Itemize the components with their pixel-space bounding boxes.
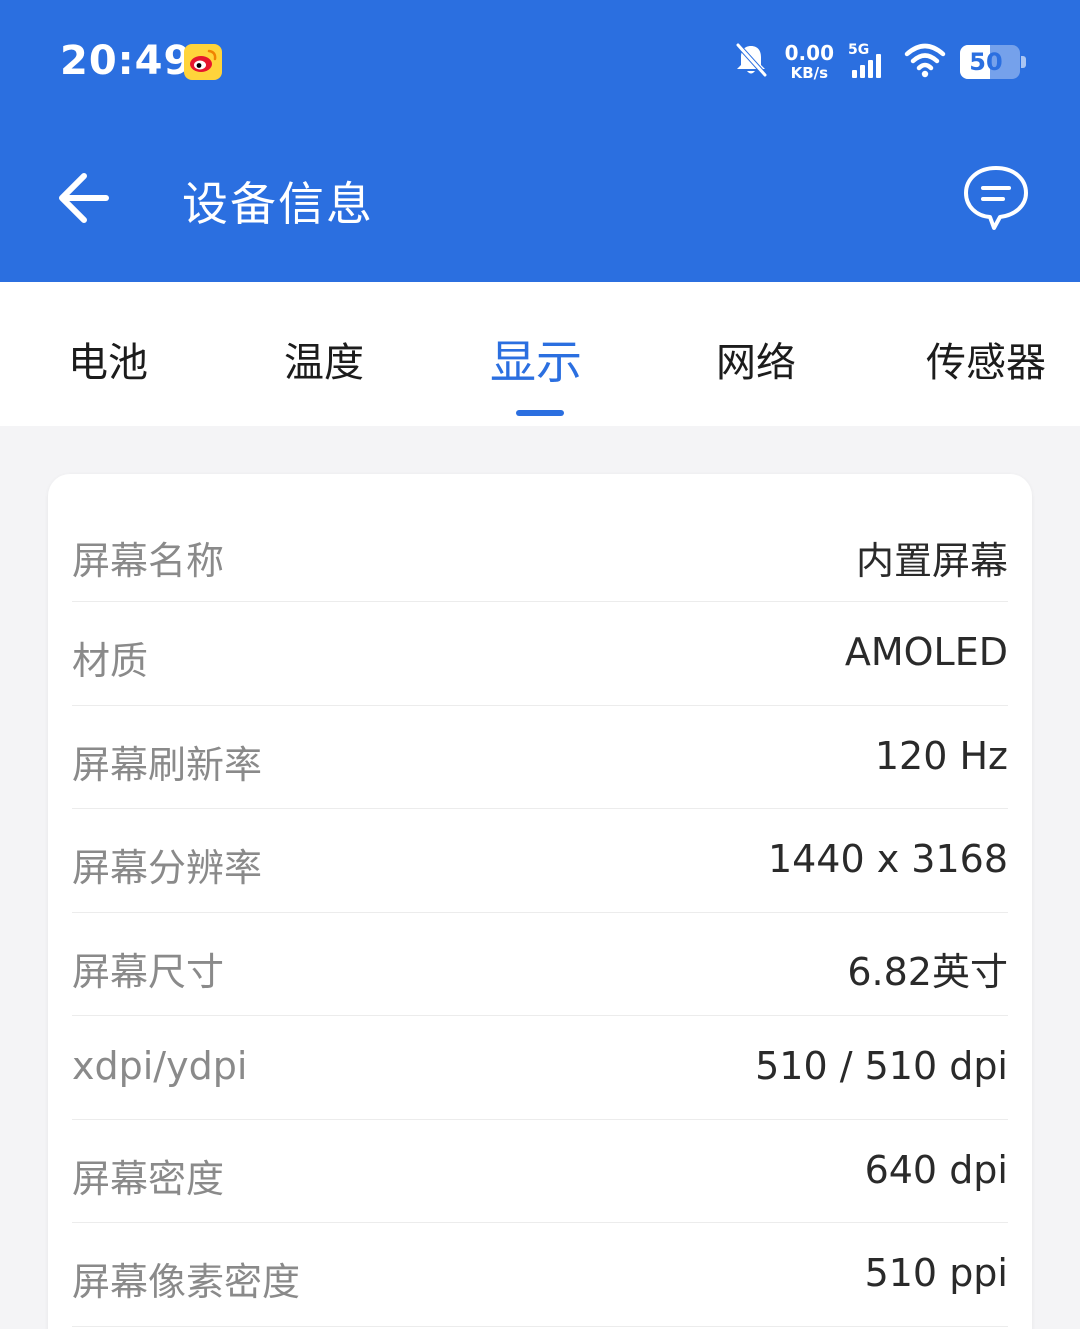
status-bar: 20:49 0.00 KB/s 5G 50: [0, 0, 1080, 120]
info-row-pixel-density: 屏幕像素密度 510 ppi: [72, 1223, 1008, 1327]
info-label: 屏幕刷新率: [72, 742, 263, 787]
signal-icon: 5G: [848, 42, 890, 82]
weibo-icon: [184, 44, 222, 80]
info-value: 120 Hz: [874, 733, 1008, 778]
info-row-resolution: 屏幕分辨率 1440 x 3168: [72, 809, 1008, 913]
tab-battery[interactable]: 电池: [68, 330, 148, 388]
tab-temperature[interactable]: 温度: [284, 330, 364, 388]
info-label: 材质: [72, 639, 149, 683]
header: 20:49 0.00 KB/s 5G 50 设备信息: [0, 0, 1080, 282]
info-value: 内置屏幕: [855, 539, 1008, 583]
battery-icon: 50: [960, 45, 1026, 79]
info-value: 640 dpi: [864, 1147, 1008, 1192]
tab-display[interactable]: 显示: [490, 326, 582, 392]
back-button[interactable]: [52, 160, 116, 232]
net-speed-unit: KB/s: [790, 64, 829, 82]
tab-indicator: [516, 410, 564, 416]
info-label: 屏幕像素密度: [72, 1260, 301, 1304]
info-value: 1440 x 3168: [767, 837, 1008, 881]
tab-sensors[interactable]: 传感器: [926, 330, 1046, 388]
net-speed: 0.00 KB/s: [785, 43, 834, 81]
chat-button[interactable]: [960, 160, 1032, 232]
tab-network[interactable]: 网络: [716, 330, 796, 388]
bell-off-icon: [731, 40, 771, 84]
tab-bar: 电池 温度 显示 网络 传感器: [0, 282, 1080, 426]
toolbar: 设备信息: [0, 120, 1080, 282]
page-title: 设备信息: [182, 177, 374, 231]
info-label: 屏幕名称: [72, 539, 225, 583]
info-label: 屏幕尺寸: [72, 949, 225, 994]
info-row-screen-size: 屏幕尺寸 6.82英寸: [72, 913, 1008, 1016]
info-value: 6.82英寸: [847, 949, 1008, 994]
app-root: 20:49 0.00 KB/s 5G 50 设备信息 电池 温度 显示 网络 传…: [0, 0, 1080, 1329]
info-value: AMOLED: [844, 630, 1008, 674]
info-value: 510 / 510 dpi: [755, 1044, 1008, 1088]
info-value: 510 ppi: [864, 1251, 1008, 1295]
battery-level: 50: [969, 48, 1003, 76]
info-row-refresh-rate: 屏幕刷新率 120 Hz: [72, 706, 1008, 809]
chat-bubble-icon: [964, 166, 1028, 230]
net-speed-value: 0.00: [784, 41, 834, 65]
info-label: 屏幕分辨率: [72, 846, 263, 890]
info-label: 屏幕密度: [72, 1156, 225, 1201]
status-time: 20:49: [60, 38, 193, 84]
wifi-icon: [904, 42, 946, 82]
status-icons: 0.00 KB/s 5G 50: [731, 40, 1026, 84]
arrow-left-icon: [59, 173, 109, 223]
info-row-density: 屏幕密度 640 dpi: [72, 1120, 1008, 1223]
display-info-card: 屏幕名称 内置屏幕 材质 AMOLED 屏幕刷新率 120 Hz 屏幕分辨率 1…: [48, 474, 1032, 1329]
info-row-xdpi-ydpi: xdpi/ydpi 510 / 510 dpi: [72, 1016, 1008, 1120]
info-row-screen-name: 屏幕名称 内置屏幕: [72, 474, 1008, 602]
info-row-material: 材质 AMOLED: [72, 602, 1008, 706]
info-label: xdpi/ydpi: [72, 1044, 248, 1088]
